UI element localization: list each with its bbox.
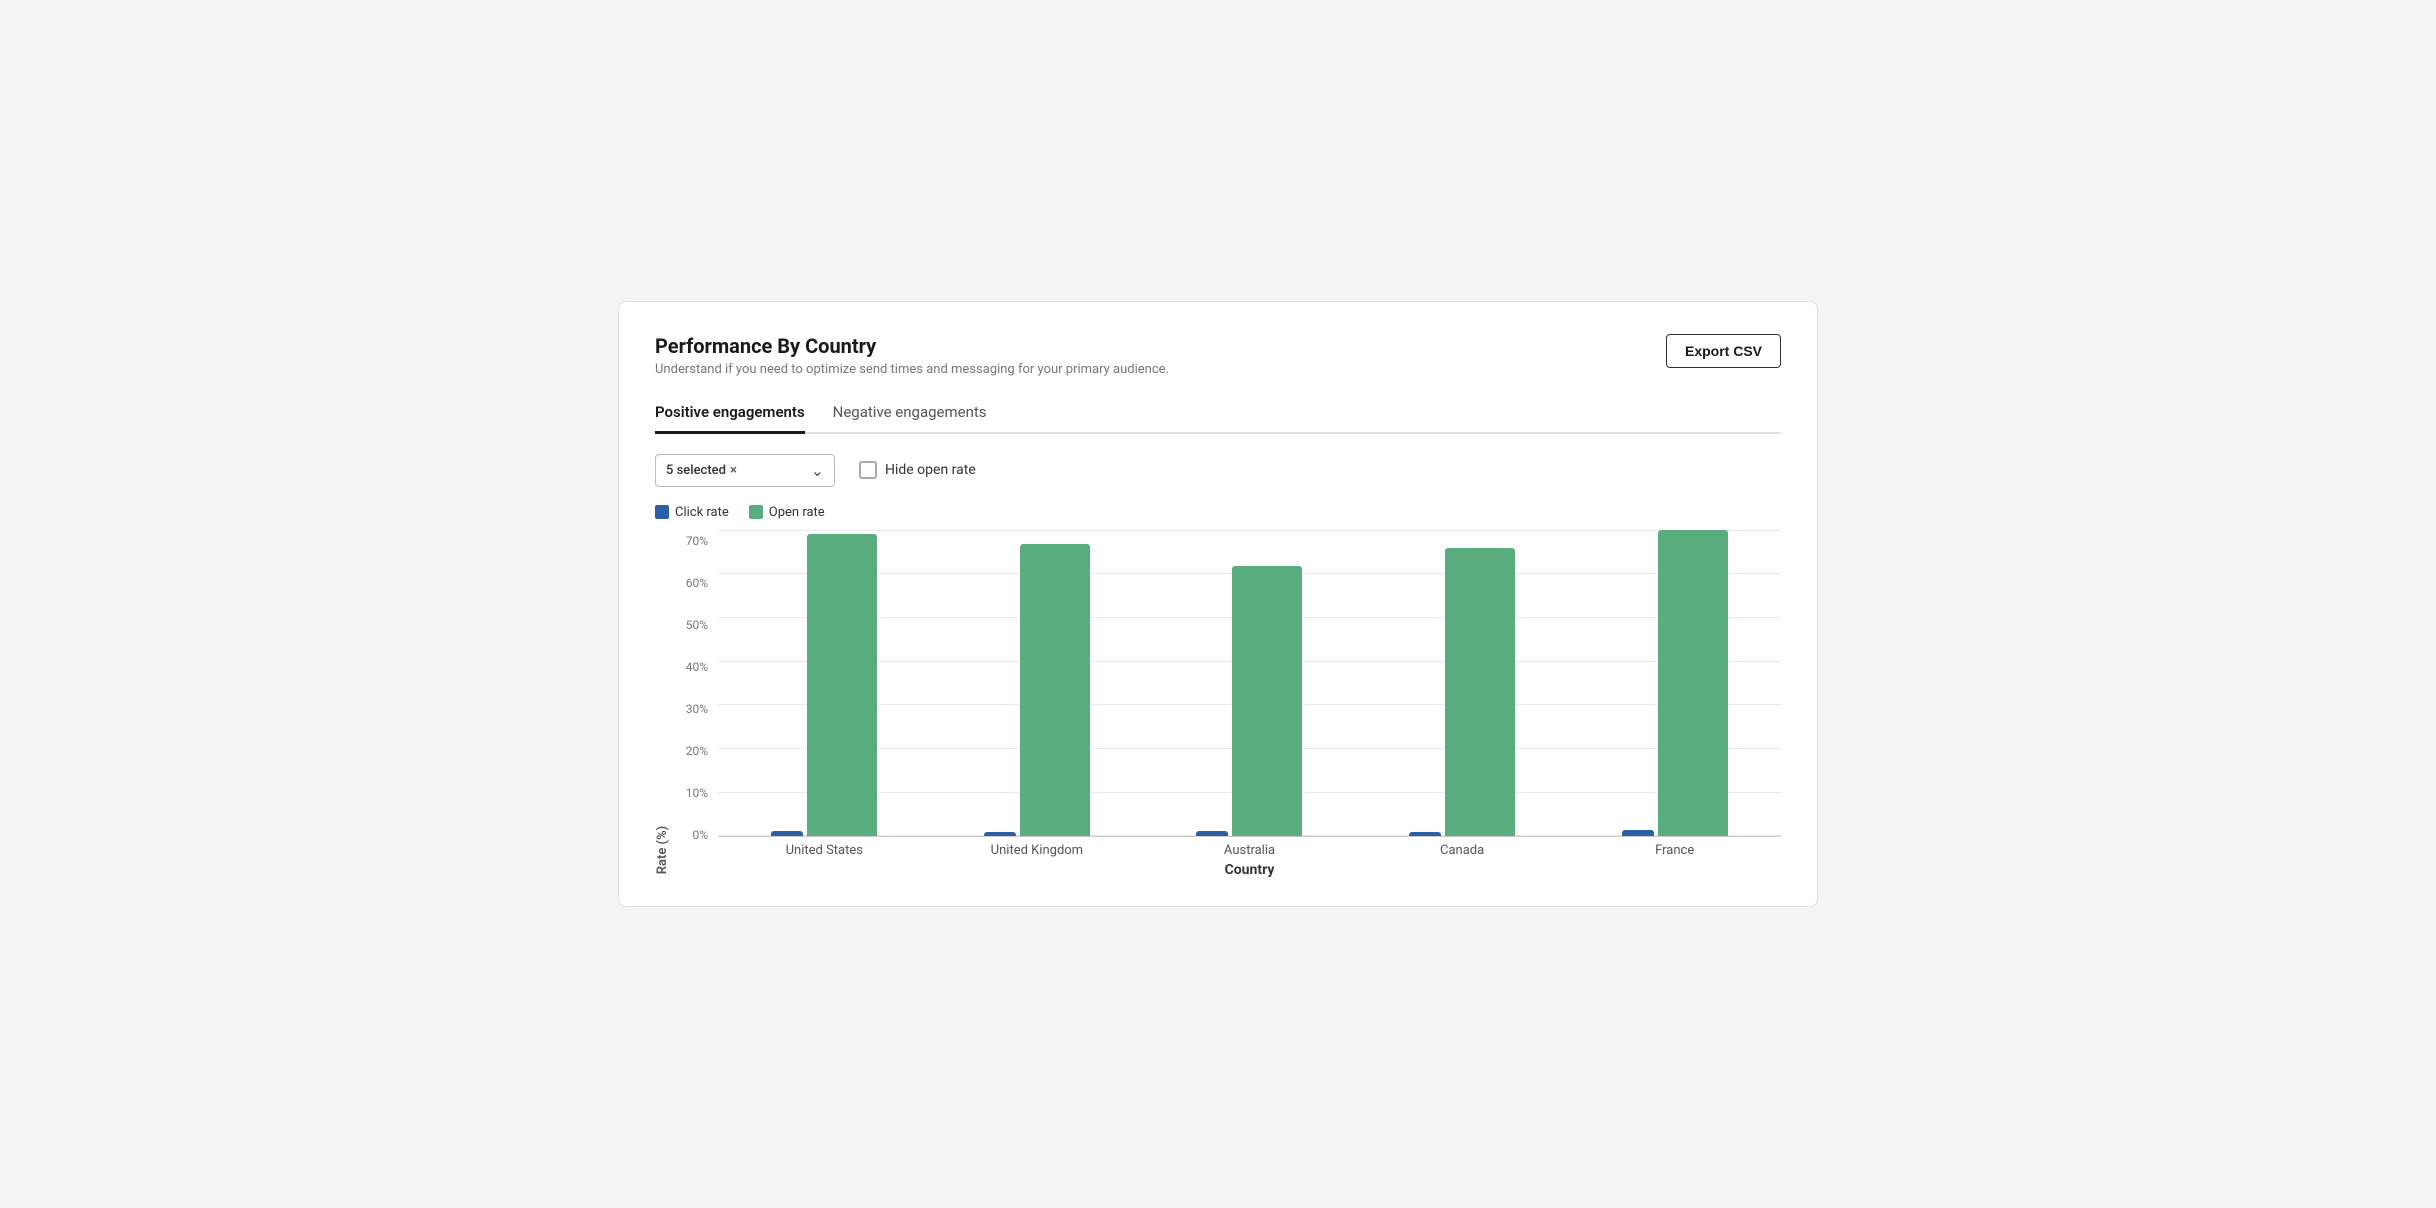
open-rate-bar xyxy=(1445,548,1515,836)
tabs-row: Positive engagements Negative engagement… xyxy=(655,403,1781,434)
x-axis-label: United States xyxy=(718,843,931,858)
y-axis-label: 30% xyxy=(686,702,708,716)
bar-group xyxy=(718,534,931,836)
x-labels: United StatesUnited KingdomAustraliaCana… xyxy=(718,843,1781,858)
open-rate-bar xyxy=(1232,566,1302,836)
open-rate-bar xyxy=(1658,530,1728,836)
tab-positive-engagements[interactable]: Positive engagements xyxy=(655,403,805,434)
controls-row: 5 selected × ⌄ Hide open rate xyxy=(655,454,1781,487)
card-title: Performance By Country xyxy=(655,334,1169,358)
click-rate-bar xyxy=(771,831,803,836)
y-axis-label: 60% xyxy=(686,576,708,590)
open-rate-bar xyxy=(1020,544,1090,837)
y-axis-label: 40% xyxy=(686,660,708,674)
y-axis-label: 50% xyxy=(686,618,708,632)
click-rate-color xyxy=(655,505,669,519)
click-rate-bar xyxy=(984,832,1016,837)
bar-group xyxy=(1568,530,1781,836)
bar-group xyxy=(1143,566,1356,836)
legend-click-rate: Click rate xyxy=(655,505,729,520)
hide-open-rate-label[interactable]: Hide open rate xyxy=(859,461,976,479)
hide-open-rate-checkbox[interactable] xyxy=(859,461,877,479)
bar-group xyxy=(1356,548,1569,836)
click-rate-bar xyxy=(1622,830,1654,836)
x-axis-label: Australia xyxy=(1143,843,1356,858)
open-rate-bar xyxy=(807,534,877,836)
x-axis-title: Country xyxy=(718,862,1781,878)
card-subtitle: Understand if you need to optimize send … xyxy=(655,362,1169,377)
y-axis-label: 20% xyxy=(686,744,708,758)
bar-group xyxy=(931,544,1144,837)
chart-inner: United StatesUnited KingdomAustraliaCana… xyxy=(718,530,1781,878)
performance-by-country-card: Performance By Country Understand if you… xyxy=(618,301,1818,907)
chevron-down-icon: ⌄ xyxy=(811,461,824,480)
country-select[interactable]: 5 selected × ⌄ xyxy=(655,454,835,487)
clear-selection-button[interactable]: × xyxy=(730,463,737,478)
y-axis-title: Rate (%) xyxy=(655,530,670,878)
header-row: Performance By Country Understand if you… xyxy=(655,334,1781,397)
chart-legend: Click rate Open rate xyxy=(655,505,1781,520)
legend-open-rate: Open rate xyxy=(749,505,825,520)
open-rate-color xyxy=(749,505,763,519)
y-axis: 70% 60% 50% 40% 30% 20% 10% 0% xyxy=(672,530,718,878)
chart-area: Rate (%) 70% 60% 50% 40% 30% 20% 10% 0% United … xyxy=(655,530,1781,878)
bars-container xyxy=(718,530,1781,837)
click-rate-bar xyxy=(1409,832,1441,836)
selected-count: 5 selected × xyxy=(666,463,737,478)
y-axis-label: 10% xyxy=(686,786,708,800)
y-axis-label: 0% xyxy=(692,828,708,842)
y-axis-label: 70% xyxy=(686,534,708,548)
x-axis-label: France xyxy=(1568,843,1781,858)
x-axis-label: Canada xyxy=(1356,843,1569,858)
tab-negative-engagements[interactable]: Negative engagements xyxy=(833,403,987,434)
header-text: Performance By Country Understand if you… xyxy=(655,334,1169,397)
export-csv-button[interactable]: Export CSV xyxy=(1666,334,1781,368)
click-rate-bar xyxy=(1196,831,1228,836)
x-axis-label: United Kingdom xyxy=(931,843,1144,858)
